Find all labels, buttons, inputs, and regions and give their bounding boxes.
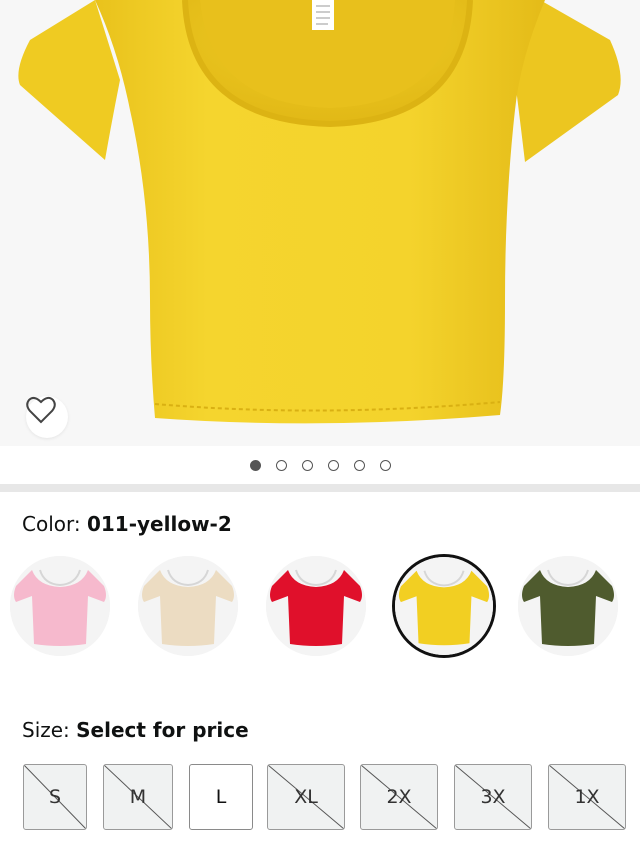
shirt-thumbnail-image xyxy=(395,557,493,655)
shirt-thumbnail-image xyxy=(138,556,238,656)
color-label-text: Color: xyxy=(22,512,81,536)
carousel-dot[interactable] xyxy=(301,459,313,471)
wishlist-button[interactable] xyxy=(26,396,68,438)
size-option-label: M xyxy=(129,786,147,808)
yellow-crop-top-image xyxy=(18,0,621,424)
carousel-dot[interactable] xyxy=(353,459,365,471)
carousel-dot[interactable] xyxy=(249,459,261,471)
color-swatch-red[interactable] xyxy=(266,556,366,656)
size-option-list: S M L XL 2X 3X 1X xyxy=(0,764,640,832)
size-option-xl[interactable]: XL xyxy=(267,764,345,830)
image-carousel-indicator xyxy=(0,446,640,484)
shirt-thumbnail-image xyxy=(518,556,618,656)
size-option-label: L xyxy=(215,786,227,808)
size-option-label: 1X xyxy=(574,786,600,808)
carousel-dot[interactable] xyxy=(327,459,339,471)
color-swatch-yellow[interactable] xyxy=(392,554,496,658)
size-label-text: Size: xyxy=(22,718,70,742)
carousel-dot[interactable] xyxy=(275,459,287,471)
color-swatch-beige[interactable] xyxy=(138,556,238,656)
selected-color-value: 011-yellow-2 xyxy=(86,512,232,536)
color-label: Color: 011-yellow-2 xyxy=(22,512,232,536)
color-swatch-pink[interactable] xyxy=(10,556,110,656)
color-swatch-list xyxy=(0,552,640,662)
size-label: Size: Select for price xyxy=(22,718,249,742)
size-option-label: 3X xyxy=(480,786,506,808)
carousel-dot[interactable] xyxy=(379,459,391,471)
size-option-label: XL xyxy=(294,786,318,808)
size-option-m[interactable]: M xyxy=(103,764,173,830)
heart-outline-icon xyxy=(26,396,56,424)
size-option-3x[interactable]: 3X xyxy=(454,764,532,830)
size-option-label: 2X xyxy=(386,786,412,808)
color-swatch-olive[interactable] xyxy=(518,556,618,656)
section-divider xyxy=(0,484,640,492)
size-option-l[interactable]: L xyxy=(189,764,253,830)
size-option-label: S xyxy=(48,786,62,808)
shirt-thumbnail-image xyxy=(266,556,366,656)
product-image[interactable] xyxy=(0,0,640,446)
size-option-s[interactable]: S xyxy=(23,764,87,830)
size-option-2x[interactable]: 2X xyxy=(360,764,438,830)
selected-size-value: Select for price xyxy=(76,718,249,742)
size-option-1x[interactable]: 1X xyxy=(548,764,626,830)
shirt-thumbnail-image xyxy=(10,556,110,656)
